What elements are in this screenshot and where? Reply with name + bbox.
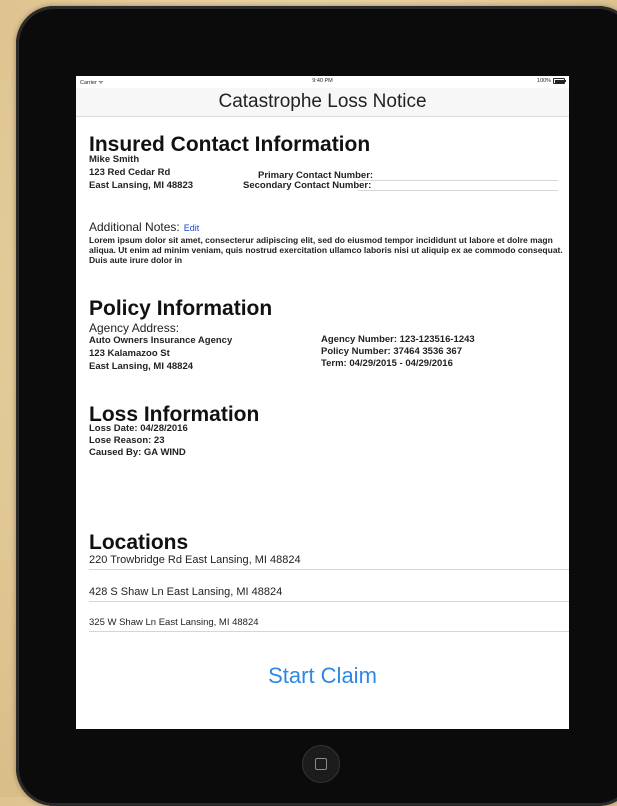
home-button-icon <box>315 758 327 770</box>
agency-city: East Lansing, MI 48824 <box>89 361 194 372</box>
primary-contact-field[interactable] <box>358 180 558 181</box>
battery-icon <box>553 78 566 84</box>
location-divider <box>89 601 569 602</box>
policy-term: Term: 04/29/2015 - 04/29/2016 <box>321 358 453 369</box>
notes-body: Lorem ipsum dolor sit amet, consecterur … <box>89 235 563 265</box>
insured-name: Mike Smith <box>89 154 140 165</box>
agency-name: Auto Owners Insurance Agency <box>89 335 233 346</box>
agency-address-label: Agency Address: <box>89 321 180 335</box>
loss-caused-by: Caused By: GA WIND <box>89 447 186 458</box>
page-title: Catastrophe Loss Notice <box>218 91 427 112</box>
loss-date: Loss Date: 04/28/2016 <box>89 423 188 434</box>
app-screen: Carrier ᯤ 9:40 PM 100% Catastrophe Loss … <box>76 76 569 729</box>
policy-heading: Policy Information <box>89 297 273 320</box>
secondary-contact-label: Secondary Contact Number: <box>243 180 372 191</box>
status-bar: Carrier ᯤ 9:40 PM 100% <box>76 76 569 88</box>
locations-heading: Locations <box>89 531 189 554</box>
start-claim-button[interactable]: Start Claim <box>76 663 569 689</box>
location-divider <box>89 631 569 632</box>
agency-street: 123 Kalamazoo St <box>89 348 170 359</box>
policy-number: Policy Number: 37464 3536 367 <box>321 346 463 357</box>
notes-edit-link[interactable]: Edit <box>184 223 200 233</box>
battery-status: 100% <box>536 78 566 84</box>
notes-header: Additional Notes: Edit <box>89 220 199 234</box>
insured-heading: Insured Contact Information <box>89 133 371 156</box>
location-item[interactable]: 220 Trowbridge Rd East Lansing, MI 48824 <box>89 554 301 566</box>
location-divider <box>89 569 569 570</box>
status-time: 9:40 PM <box>312 78 333 84</box>
agency-number: Agency Number: 123-123516-1243 <box>321 334 475 345</box>
notes-label: Additional Notes: <box>89 220 180 234</box>
location-item[interactable]: 428 S Shaw Ln East Lansing, MI 48824 <box>89 586 282 598</box>
nav-bar: Catastrophe Loss Notice <box>76 88 569 117</box>
location-item[interactable]: 325 W Shaw Ln East Lansing, MI 48824 <box>89 617 259 628</box>
secondary-contact-field[interactable] <box>358 190 558 191</box>
battery-percent: 100% <box>536 78 551 84</box>
insured-street: 123 Red Cedar Rd <box>89 167 171 178</box>
insured-city: East Lansing, MI 48823 <box>89 180 194 191</box>
home-button[interactable] <box>302 745 340 783</box>
loss-reason: Lose Reason: 23 <box>89 435 165 446</box>
